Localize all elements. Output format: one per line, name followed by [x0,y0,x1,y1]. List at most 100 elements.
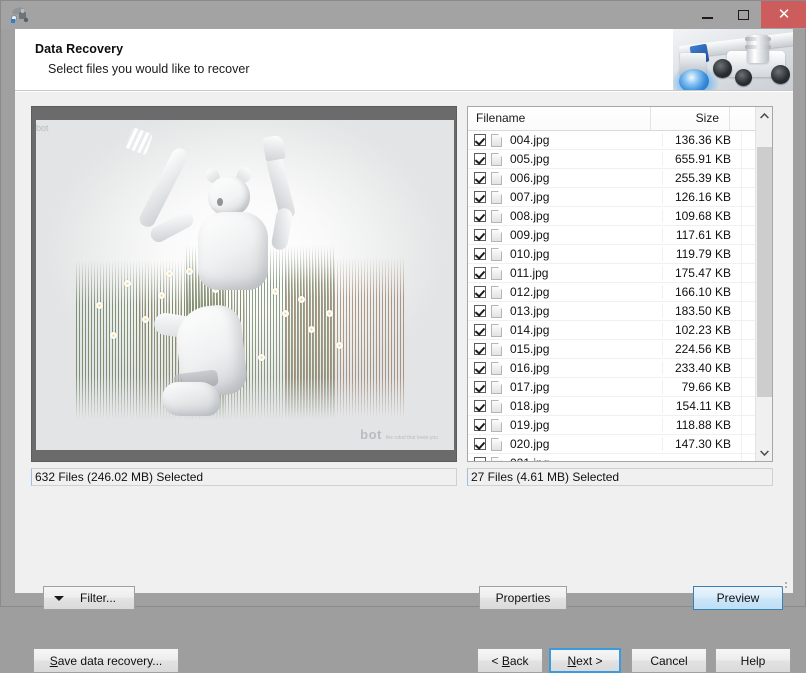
file-icon [491,418,502,432]
properties-button[interactable]: Properties [479,586,567,610]
save-button-label: Save data recovery... [49,653,163,668]
daisy-flower [158,292,165,299]
next-button[interactable]: Next > [549,648,621,673]
table-row[interactable]: 012.jpg 166.10 KB [468,282,757,302]
resize-grip[interactable] [777,578,789,590]
daisy-flower [308,326,315,333]
table-row[interactable]: 021.jpg [468,453,757,461]
watermark-text: bot [360,427,382,442]
file-icon [491,437,502,451]
scroll-down-button[interactable] [756,444,772,461]
file-name-cell: 013.jpg [510,304,550,318]
filter-button[interactable]: Filter... [43,586,135,610]
table-row[interactable]: 011.jpg 175.47 KB [468,263,757,283]
table-row[interactable]: 006.jpg 255.39 KB [468,168,757,188]
file-icon [491,171,502,185]
file-size-cell: 166.10 KB [662,285,741,299]
table-row[interactable]: 018.jpg 154.11 KB [468,396,757,416]
table-row[interactable]: 004.jpg 136.36 KB [468,131,757,150]
table-row[interactable]: 007.jpg 126.16 KB [468,187,757,207]
table-row[interactable]: 016.jpg 233.40 KB [468,358,757,378]
maximize-button[interactable] [725,1,761,28]
file-name-cell: 019.jpg [510,418,550,432]
robot-foot [162,382,220,416]
row-checkbox[interactable] [474,191,486,203]
chevron-down-icon [54,595,64,601]
file-size-cell: 102.23 KB [662,323,741,337]
file-name-cell: 004.jpg [510,133,550,147]
file-name-cell: 010.jpg [510,247,550,261]
table-row[interactable]: 013.jpg 183.50 KB [468,301,757,321]
file-name-cell: 017.jpg [510,380,550,394]
column-header-filename[interactable]: Filename [468,107,651,130]
file-list-scrollbar[interactable] [755,107,772,461]
file-size-cell: 126.16 KB [662,190,741,204]
grass-cluster [286,258,406,418]
wizard-header: Data Recovery Select files you would lik… [15,29,793,91]
robot-chest-logo: bot [36,123,49,133]
file-icon [491,323,502,337]
robot-left-hand [124,126,154,156]
row-checkbox[interactable] [474,381,486,393]
row-checkbox[interactable] [474,153,486,165]
title-bar: ✕ [1,1,806,29]
row-checkbox[interactable] [474,457,486,461]
file-size-cell: 136.36 KB [662,133,741,147]
close-button[interactable]: ✕ [761,1,806,28]
row-checkbox[interactable] [474,172,486,184]
preview-pane[interactable]: bot bot the robot that loves you [31,106,457,462]
help-button[interactable]: Help [715,648,791,673]
column-header-size[interactable]: Size [651,107,730,130]
row-checkbox[interactable] [474,419,486,431]
table-row[interactable]: 014.jpg 102.23 KB [468,320,757,340]
app-icon [9,5,31,25]
row-checkbox[interactable] [474,267,486,279]
back-button-label: < Back [491,653,529,668]
column-header-spacer [730,107,756,130]
chevron-up-icon [760,112,769,119]
table-row[interactable]: 015.jpg 224.56 KB [468,339,757,359]
table-row[interactable]: 008.jpg 109.68 KB [468,206,757,226]
file-name-cell: 015.jpg [510,342,550,356]
back-button[interactable]: < Back [477,648,543,673]
robot-torso [198,212,268,290]
row-checkbox[interactable] [474,362,486,374]
table-row[interactable]: 020.jpg 147.30 KB [468,434,757,454]
row-checkbox[interactable] [474,248,486,260]
row-checkbox[interactable] [474,305,486,317]
content-panel: bot bot the robot that loves you Filenam… [15,91,793,673]
row-checkbox[interactable] [474,400,486,412]
preview-button[interactable]: Preview [693,586,783,610]
daisy-flower [298,296,305,303]
save-data-recovery-button[interactable]: Save data recovery... [33,648,179,673]
table-row[interactable]: 005.jpg 655.91 KB [468,149,757,169]
table-row[interactable]: 019.jpg 118.88 KB [468,415,757,435]
row-checkbox[interactable] [474,134,486,146]
file-name-cell: 012.jpg [510,285,550,299]
minimize-button[interactable] [689,1,725,28]
row-checkbox[interactable] [474,324,486,336]
scrollbar-thumb[interactable] [757,147,772,397]
file-name-cell: 018.jpg [510,399,550,413]
file-name-cell: 008.jpg [510,209,550,223]
table-row[interactable]: 017.jpg 79.66 KB [468,377,757,397]
row-checkbox[interactable] [474,229,486,241]
file-icon [491,190,502,204]
daisy-flower [110,332,117,339]
row-checkbox[interactable] [474,286,486,298]
chevron-down-icon [760,449,769,456]
row-checkbox[interactable] [474,438,486,450]
table-row[interactable]: 009.jpg 117.61 KB [468,225,757,245]
row-checkbox[interactable] [474,210,486,222]
scroll-up-button[interactable] [756,107,772,124]
cancel-button[interactable]: Cancel [631,648,707,673]
filelist-status-text: 27 Files (4.61 MB) Selected [467,468,773,486]
file-size-cell: 119.79 KB [662,247,741,261]
robot-eye [217,198,223,206]
row-checkbox[interactable] [474,343,486,355]
robot-right-hand [262,134,286,162]
file-icon [491,456,502,461]
page-title: Data Recovery [35,42,124,56]
table-row[interactable]: 010.jpg 119.79 KB [468,244,757,264]
file-list[interactable]: Filename Size 004.jpg 136.36 KB 005.jpg 655… [467,106,773,462]
